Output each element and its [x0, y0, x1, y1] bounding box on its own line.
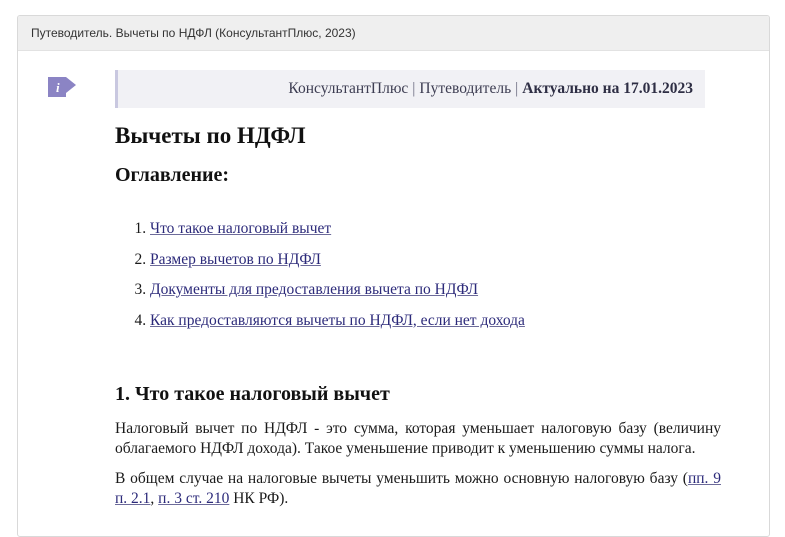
page-title: Вычеты по НДФЛ: [115, 123, 306, 148]
info-icon[interactable]: i: [48, 77, 76, 97]
toc-heading: Оглавление:: [115, 164, 230, 186]
header-source: КонсультантПлюс: [288, 80, 409, 97]
law-link-p3-st210[interactable]: п. 3 ст. 210: [158, 490, 229, 507]
window-title-bar: Путеводитель. Вычеты по НДФЛ (Консультан…: [18, 16, 769, 51]
toc-link-documents[interactable]: Документы для предоставления вычета по Н…: [150, 281, 478, 298]
svg-text:i: i: [56, 80, 60, 95]
paragraph: Налоговый вычет по НДФЛ - это сумма, кот…: [115, 420, 721, 457]
paragraph: В общем случае на налоговые вычеты умень…: [115, 469, 721, 509]
header-section: Путеводитель: [419, 80, 512, 97]
header-separator: |: [412, 80, 416, 97]
toc-item: Как предоставляются вычеты по НДФЛ, если…: [150, 306, 525, 337]
actual-date-label: Актуально на 17.01.2023: [522, 80, 693, 97]
section-heading: 1. Что такое налоговый вычет: [115, 383, 390, 405]
document-header: КонсультантПлюс | Путеводитель | Актуаль…: [115, 70, 705, 108]
paragraph-text: В общем случае на налоговые вычеты умень…: [115, 470, 688, 487]
table-of-contents: Что такое налоговый вычет Размер вычетов…: [115, 214, 525, 336]
window-title: Путеводитель. Вычеты по НДФЛ (Консультан…: [31, 26, 356, 40]
paragraph-text: ,: [150, 490, 159, 507]
document-window: Путеводитель. Вычеты по НДФЛ (Консультан…: [17, 15, 770, 537]
toc-item: Документы для предоставления вычета по Н…: [150, 275, 525, 306]
toc-link-no-income[interactable]: Как предоставляются вычеты по НДФЛ, если…: [150, 312, 525, 329]
toc-link-deduction-amount[interactable]: Размер вычетов по НДФЛ: [150, 251, 321, 268]
toc-item: Размер вычетов по НДФЛ: [150, 245, 525, 276]
toc-item: Что такое налоговый вычет: [150, 214, 525, 245]
header-separator: |: [515, 80, 519, 97]
paragraph-text: НК РФ).: [229, 490, 289, 507]
toc-link-what-is-deduction[interactable]: Что такое налоговый вычет: [150, 220, 331, 237]
